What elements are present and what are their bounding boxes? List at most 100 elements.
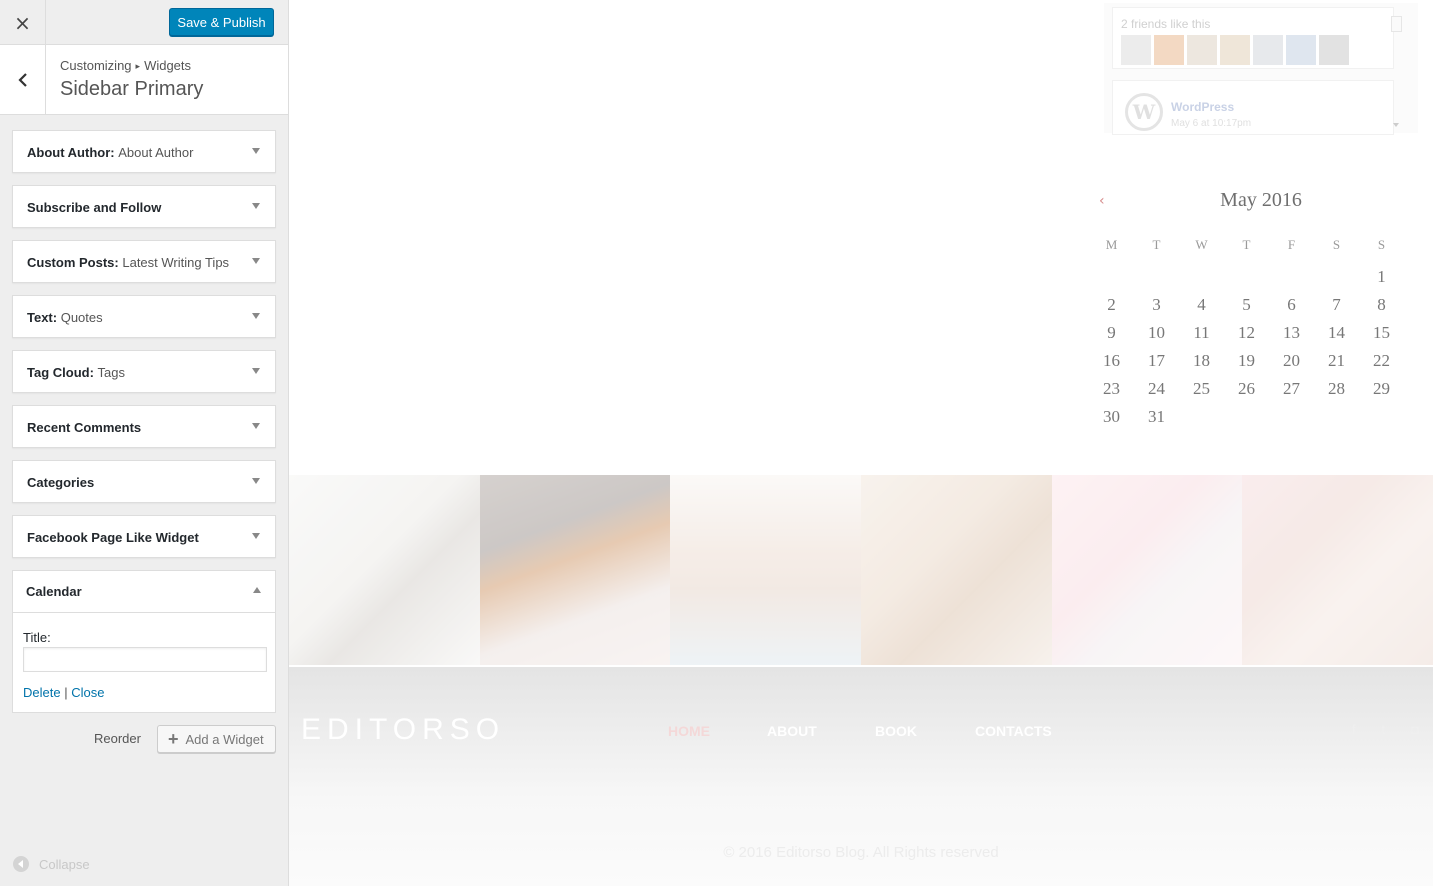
widget-custom-posts[interactable]: Custom Posts: Latest Writing Tips [12, 240, 276, 283]
add-widget-button[interactable]: + Add a Widget [157, 725, 276, 753]
gallery-photo[interactable] [670, 475, 862, 665]
widget-about-author[interactable]: About Author: About Author [12, 130, 276, 173]
scrollbar[interactable] [1389, 3, 1403, 133]
calendar-day: 4 [1197, 295, 1206, 314]
add-widget-label: Add a Widget [185, 731, 264, 747]
footer-nav: HOME ABOUT BOOK CONTACTS [668, 723, 1052, 739]
widget-type: Categories [27, 475, 95, 490]
friend-avatars [1121, 35, 1352, 65]
calendar-day: 17 [1148, 351, 1165, 370]
facebook-icon[interactable]: f [1352, 722, 1356, 737]
wordpress-logo-icon: W [1125, 93, 1163, 131]
site-logo[interactable]: EDITORSO [301, 713, 505, 747]
collapse-arrow-icon [13, 856, 29, 872]
scroll-down-icon[interactable] [1393, 123, 1399, 127]
calendar-empty-cell [1134, 267, 1179, 295]
caret-down-icon[interactable] [252, 148, 260, 154]
calendar-day: 18 [1193, 351, 1210, 370]
avatar[interactable] [1220, 35, 1250, 65]
widget-subscribe-follow[interactable]: Subscribe and Follow [12, 185, 276, 228]
section-title: Sidebar Primary [60, 78, 204, 100]
calendar-day: 11 [1193, 323, 1210, 342]
widget-title: Tags [97, 365, 126, 380]
avatar[interactable] [1286, 35, 1316, 65]
avatar[interactable] [1121, 35, 1151, 65]
calendar-day: 26 [1238, 379, 1255, 398]
reorder-link[interactable]: Reorder [94, 731, 141, 746]
calendar-empty-cell [1179, 267, 1224, 295]
calendar-day: 15 [1373, 323, 1390, 342]
widget-title: About Author [118, 145, 194, 160]
gallery-photo[interactable] [289, 475, 480, 665]
title-input[interactable] [23, 647, 267, 672]
widget-title: Latest Writing Tips [122, 255, 230, 270]
site-preview: 2 friends like this W WordPress May 6 at… [289, 0, 1433, 886]
widget-recent-comments[interactable]: Recent Comments [12, 405, 276, 448]
close-link[interactable]: Close [71, 685, 104, 700]
avatar[interactable] [1253, 35, 1283, 65]
customizer-sidebar: × Save & Publish Customizing ▸ Widgets Sid… [0, 0, 289, 886]
gallery-photo[interactable] [1242, 475, 1433, 665]
collapse-label: Collapse [39, 856, 90, 872]
link-separator: | [64, 685, 68, 700]
caret-down-icon[interactable] [252, 478, 260, 484]
calendar-day: 28 [1328, 379, 1345, 398]
calendar-day: 1 [1377, 267, 1386, 286]
caret-up-icon[interactable] [253, 587, 261, 593]
gallery-photo[interactable] [479, 475, 671, 665]
caret-down-icon[interactable] [252, 423, 260, 429]
scrollbar-thumb[interactable] [1391, 16, 1402, 32]
widget-type: Text [27, 310, 53, 325]
gallery-photo[interactable] [1051, 475, 1243, 665]
previous-month-icon[interactable]: ‹ [1099, 193, 1105, 209]
caret-down-icon[interactable] [252, 258, 260, 264]
instagram-icon[interactable]: ◘ [1411, 722, 1419, 737]
widget-calendar-header[interactable]: Calendar [13, 571, 275, 613]
site-footer: EDITORSO HOME ABOUT BOOK CONTACTS f t ◘ … [289, 667, 1433, 886]
calendar-day: 20 [1283, 351, 1300, 370]
weekday-header: W [1195, 237, 1208, 252]
widget-facebook-like[interactable]: Facebook Page Like Widget [12, 515, 276, 558]
delete-link[interactable]: Delete [23, 685, 61, 700]
weekday-header: T [1152, 237, 1161, 252]
calendar-day: 10 [1148, 323, 1165, 342]
widget-categories[interactable]: Categories [12, 460, 276, 503]
friends-like-text: 2 friends like this [1121, 17, 1211, 31]
widget-tag-cloud[interactable]: Tag Cloud: Tags [12, 350, 276, 393]
calendar-day: 6 [1287, 295, 1296, 314]
widget-type: Calendar [26, 584, 82, 599]
avatar[interactable] [1154, 35, 1184, 65]
nav-contacts[interactable]: CONTACTS [975, 723, 1052, 739]
calendar-month: May 2016 [1220, 189, 1302, 211]
widget-text[interactable]: Text: Quotes [12, 295, 276, 338]
caret-down-icon[interactable] [252, 313, 260, 319]
save-publish-button[interactable]: Save & Publish [169, 8, 274, 36]
calendar-day: 12 [1238, 323, 1255, 342]
calendar-day: 13 [1283, 323, 1300, 342]
avatar[interactable] [1187, 35, 1217, 65]
calendar-day: 22 [1373, 351, 1390, 370]
close-icon[interactable]: × [0, 0, 46, 45]
nav-home[interactable]: HOME [668, 723, 767, 739]
widget-type: Facebook Page Like Widget [27, 530, 199, 545]
caret-down-icon[interactable] [252, 368, 260, 374]
weekday-header: S [1377, 237, 1386, 252]
calendar-day: 21 [1328, 351, 1345, 370]
title-label: Title: [23, 630, 51, 645]
calendar-grid: M T W T F S S 1 2 3 4 5 6 7 8 9 10 11 12 13 14 15 16 17 18 19 20 21… [1089, 237, 1405, 435]
avatar[interactable] [1319, 35, 1349, 65]
nav-book[interactable]: BOOK [875, 723, 975, 739]
back-button[interactable] [0, 45, 46, 114]
calendar-day: 3 [1152, 295, 1161, 314]
caret-down-icon[interactable] [252, 203, 260, 209]
collapse-button[interactable]: Collapse [13, 856, 90, 872]
post-author[interactable]: WordPress [1171, 100, 1234, 114]
gallery-photo[interactable] [861, 475, 1052, 665]
facebook-page-widget: 2 friends like this W WordPress May 6 at… [1104, 3, 1418, 135]
chevron-left-icon [17, 72, 27, 87]
caret-down-icon[interactable] [252, 533, 260, 539]
facebook-post-card: W WordPress May 6 at 10:17pm [1112, 80, 1394, 135]
nav-about[interactable]: ABOUT [767, 723, 875, 739]
twitter-icon[interactable]: t [1382, 722, 1386, 737]
weekday-header: F [1287, 237, 1296, 252]
